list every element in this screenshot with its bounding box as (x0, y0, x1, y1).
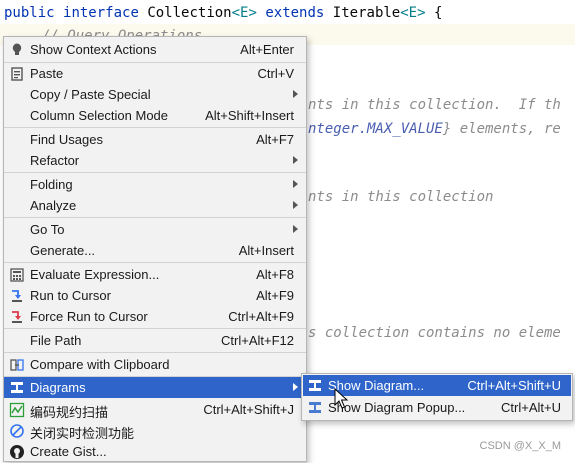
keyword-public: public (4, 5, 55, 21)
comment-fragment-3: nts in this collection (308, 189, 494, 205)
menu-item-go-to[interactable]: Go To (4, 219, 306, 240)
submenu-arrow-icon (293, 383, 298, 391)
submenu-arrow-icon (293, 180, 298, 188)
submenu-item-shortcut: Ctrl+Alt+Shift+U (467, 378, 561, 393)
menu-item-shortcut: Ctrl+Alt+F12 (221, 333, 294, 348)
keyword-extends: extends (265, 5, 325, 21)
diagram-icon (9, 380, 25, 396)
code-line-interface: public interface Collection<E> extends I… (4, 4, 442, 22)
menu-item-label: Evaluate Expression... (30, 267, 160, 282)
menu-item-disable-realtime-check[interactable]: 关闭实时检测功能 (4, 420, 306, 441)
menu-separator (4, 217, 306, 218)
menu-item-diagrams[interactable]: Diagrams (4, 377, 306, 398)
menu-item-shortcut: Ctrl+Alt+F9 (228, 309, 294, 324)
menu-item-analyze[interactable]: Analyze (4, 195, 306, 216)
menu-separator (4, 127, 306, 128)
menu-item-code-scan[interactable]: 编码规约扫描 Ctrl+Alt+Shift+J (4, 399, 306, 420)
menu-item-label: Paste (30, 66, 64, 81)
menu-item-label: Column Selection Mode (30, 108, 169, 123)
menu-item-label: Find Usages (30, 132, 103, 147)
menu-item-show-context-actions[interactable]: Show Context Actions Alt+Enter (4, 39, 306, 60)
menu-item-compare-with-clipboard[interactable]: Compare with Clipboard (4, 354, 306, 375)
github-icon (9, 444, 25, 460)
scan-icon (9, 402, 25, 418)
parent-type: Iterable (332, 5, 401, 21)
diagram-icon (307, 378, 323, 394)
menu-item-shortcut: Alt+F8 (256, 267, 294, 282)
menu-item-label: Copy / Paste Special (30, 87, 151, 102)
menu-item-label: Refactor (30, 153, 80, 168)
paste-icon (9, 66, 25, 82)
menu-item-label: Folding (30, 177, 73, 192)
menu-item-shortcut: Alt+Enter (240, 42, 294, 57)
menu-item-label: Create Gist... (30, 444, 107, 459)
comment-fragment-2: nteger.MAX_VALUE} elements, re (308, 120, 561, 138)
comment-fragment-2-tail: } elements, re (442, 121, 561, 137)
compare-icon (9, 357, 25, 373)
parent-type-param: <E> (400, 5, 426, 21)
class-name: Collection (147, 5, 232, 21)
menu-item-shortcut: Alt+Insert (238, 243, 294, 258)
menu-item-generate[interactable]: Generate... Alt+Insert (4, 240, 306, 261)
menu-item-shortcut: Alt+F7 (256, 132, 294, 147)
menu-item-shortcut: Alt+Shift+Insert (205, 108, 294, 123)
menu-item-shortcut: Ctrl+Alt+Shift+J (203, 402, 294, 417)
type-param: <E> (231, 5, 257, 21)
diagram-popup-icon (307, 400, 323, 416)
comment-fragment-1: nts in this collection. If th (308, 97, 561, 113)
menu-item-shortcut: Alt+F9 (256, 288, 294, 303)
context-menu: Show Context Actions Alt+Enter Paste Ctr… (3, 36, 307, 462)
menu-separator (4, 172, 306, 173)
menu-item-paste[interactable]: Paste Ctrl+V (4, 63, 306, 84)
submenu-arrow-icon (293, 225, 298, 233)
menu-item-label: 编码规约扫描 (30, 405, 109, 420)
watermark: CSDN @X_X_M (479, 440, 561, 452)
menu-item-label: Compare with Clipboard (30, 357, 170, 372)
submenu-arrow-icon (293, 90, 298, 98)
submenu-arrow-icon (293, 201, 298, 209)
menu-item-find-usages[interactable]: Find Usages Alt+F7 (4, 129, 306, 150)
menu-item-label: Generate... (30, 243, 96, 258)
comment-link: nteger.MAX_VALUE (308, 121, 443, 137)
menu-item-force-run-to-cursor[interactable]: Force Run to Cursor Ctrl+Alt+F9 (4, 306, 306, 327)
menu-item-label: File Path (30, 333, 82, 348)
menu-item-run-to-cursor[interactable]: Run to Cursor Alt+F9 (4, 285, 306, 306)
menu-separator (4, 352, 306, 353)
menu-item-label: Analyze (30, 198, 77, 213)
comment-fragment-4: s collection contains no eleme (308, 325, 561, 341)
menu-item-label: Run to Cursor (30, 288, 111, 303)
bulb-icon (9, 42, 25, 58)
calculator-icon (9, 267, 25, 283)
menu-separator (4, 262, 306, 263)
menu-item-column-selection-mode[interactable]: Column Selection Mode Alt+Shift+Insert (4, 105, 306, 126)
menu-item-refactor[interactable]: Refactor (4, 150, 306, 171)
menu-item-copy-paste-special[interactable]: Copy / Paste Special (4, 84, 306, 105)
menu-item-folding[interactable]: Folding (4, 174, 306, 195)
submenu-item-shortcut: Ctrl+Alt+U (501, 400, 561, 415)
menu-item-label: Go To (30, 222, 65, 237)
menu-item-evaluate-expression[interactable]: Evaluate Expression... Alt+F8 (4, 264, 306, 285)
menu-item-file-path[interactable]: File Path Ctrl+Alt+F12 (4, 330, 306, 351)
keyword-interface: interface (63, 5, 139, 21)
force-run-to-cursor-icon (9, 309, 25, 325)
menu-item-shortcut: Ctrl+V (257, 66, 294, 81)
menu-item-create-gist[interactable]: Create Gist... (4, 441, 306, 462)
menu-item-label: Force Run to Cursor (30, 309, 148, 324)
menu-item-label: 关闭实时检测功能 (30, 426, 135, 441)
run-to-cursor-icon (9, 288, 25, 304)
submenu-arrow-icon (293, 156, 298, 164)
menu-separator (4, 328, 306, 329)
menu-item-label: Diagrams (30, 380, 86, 395)
menu-item-label: Show Context Actions (30, 42, 157, 57)
open-brace: { (433, 5, 443, 21)
mouse-cursor-icon (334, 388, 349, 409)
disable-icon (9, 423, 25, 439)
